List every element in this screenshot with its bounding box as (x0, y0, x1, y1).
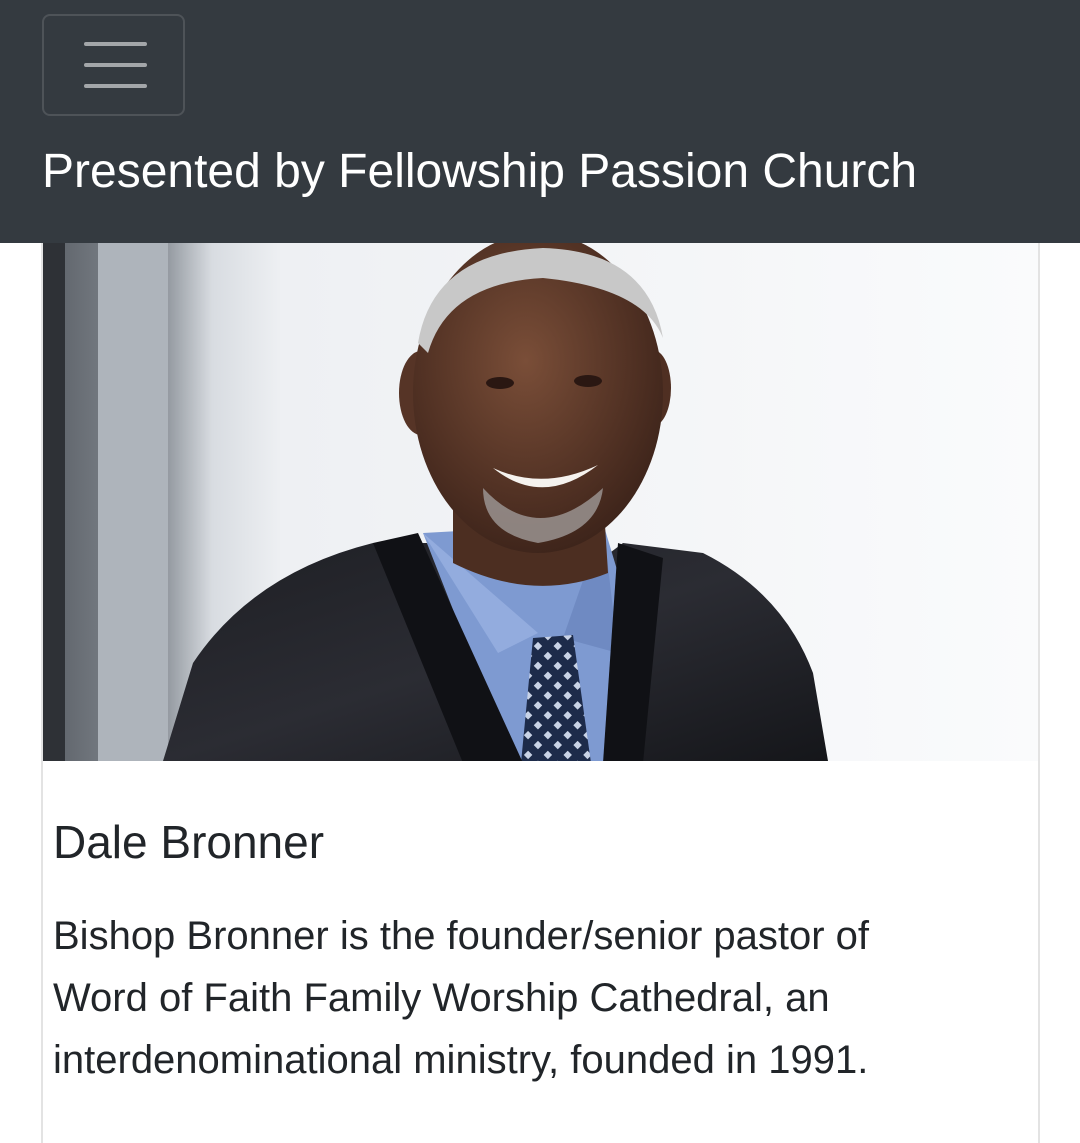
speaker-bio: Bishop Bronner is the founder/senior pas… (53, 914, 870, 1082)
navbar-brand[interactable]: Presented by Fellowship Passion Church (42, 140, 917, 204)
hamburger-bar (84, 63, 147, 67)
speaker-portrait-image (43, 243, 1038, 761)
speaker-photo (43, 243, 1038, 761)
navbar-toggler-button[interactable] (42, 14, 185, 116)
navbar: Presented by Fellowship Passion Church (0, 0, 1080, 243)
hamburger-bar (84, 84, 147, 88)
speaker-name: Dale Bronner (53, 816, 325, 868)
hamburger-menu-icon (84, 42, 147, 46)
